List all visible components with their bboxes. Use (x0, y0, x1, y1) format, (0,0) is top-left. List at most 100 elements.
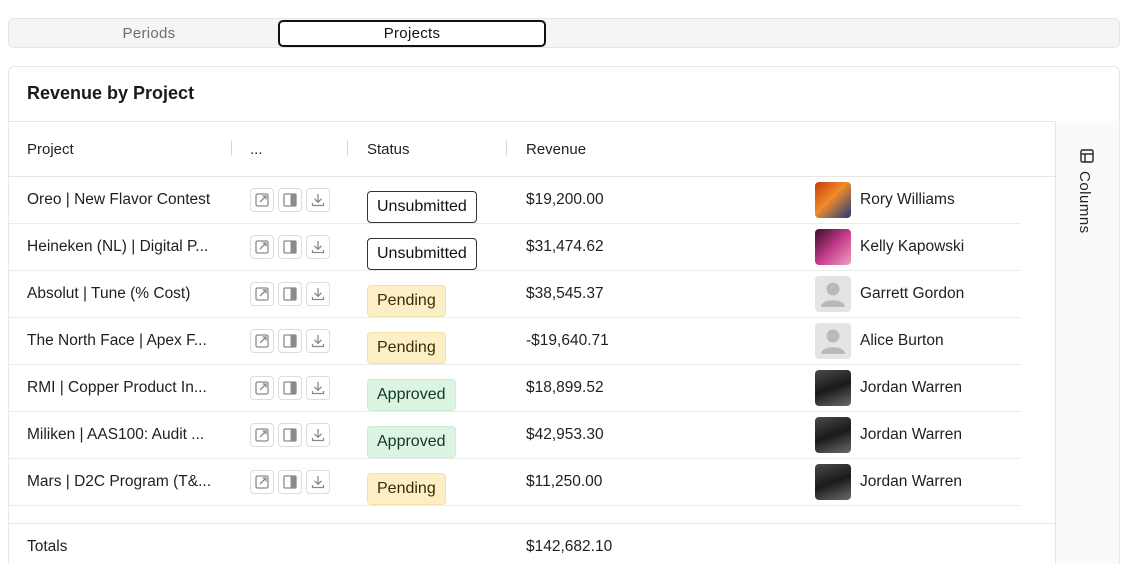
revenue-value: $19,200.00 (526, 191, 604, 208)
download-button[interactable] (306, 423, 330, 447)
default-avatar-icon (821, 282, 845, 307)
revenue-value: $11,250.00 (526, 473, 603, 490)
avatar (815, 229, 851, 265)
open-external-button[interactable] (250, 376, 274, 400)
side-panel-icon (283, 475, 297, 489)
download-icon (311, 382, 325, 395)
row-actions (250, 188, 330, 212)
open-external-icon (255, 381, 269, 395)
divider (9, 523, 1055, 524)
project-name[interactable]: Oreo | New Flavor Contest (27, 177, 210, 223)
download-icon (311, 194, 325, 207)
side-panel-button[interactable] (278, 470, 302, 494)
download-icon (311, 241, 325, 254)
table-row[interactable]: The North Face | Apex F... Pending -$19,64… (9, 318, 1021, 365)
project-name[interactable]: The North Face | Apex F... (27, 318, 207, 364)
side-panel-button[interactable] (278, 329, 302, 353)
status-badge[interactable]: Pending (367, 285, 446, 317)
open-external-icon (255, 240, 269, 254)
project-name[interactable]: Mars | D2C Program (T&... (27, 459, 211, 505)
table-header: Project ... Status Revenue (9, 121, 1055, 177)
row-actions (250, 235, 330, 259)
status-badge[interactable]: Unsubmitted (367, 191, 477, 223)
download-button[interactable] (306, 329, 330, 353)
status-badge[interactable]: Pending (367, 473, 446, 505)
open-external-button[interactable] (250, 423, 274, 447)
tab-projects[interactable]: Projects (278, 20, 546, 47)
status-badge[interactable]: Pending (367, 332, 446, 364)
status-badge[interactable]: Approved (367, 379, 456, 411)
project-name[interactable]: RMI | Copper Product In... (27, 365, 207, 411)
project-name[interactable]: Heineken (NL) | Digital P... (27, 224, 208, 270)
side-panel-button[interactable] (278, 282, 302, 306)
status-cell: Approved (367, 372, 456, 411)
owner-name: Kelly Kapowski (860, 238, 965, 255)
download-button[interactable] (306, 470, 330, 494)
row-actions (250, 376, 330, 400)
column-resizer[interactable] (506, 140, 507, 156)
status-badge[interactable]: Unsubmitted (367, 238, 477, 270)
side-panel-icon (283, 334, 297, 348)
download-button[interactable] (306, 235, 330, 259)
columns-toggle-button[interactable]: Columns (1076, 147, 1102, 247)
download-icon (311, 476, 325, 489)
open-external-button[interactable] (250, 235, 274, 259)
download-icon (311, 288, 325, 301)
side-panel-button[interactable] (278, 423, 302, 447)
row-actions (250, 282, 330, 306)
side-panel-button[interactable] (278, 376, 302, 400)
header-project[interactable]: Project (27, 141, 74, 158)
table-columns-icon (1080, 149, 1094, 163)
download-button[interactable] (306, 188, 330, 212)
owner-name: Jordan Warren (860, 426, 962, 443)
download-icon (311, 429, 325, 442)
status-cell: Unsubmitted (367, 184, 477, 223)
row-actions (250, 470, 330, 494)
project-name[interactable]: Miliken | AAS100: Audit ... (27, 412, 204, 458)
revenue-value: $38,545.37 (526, 285, 604, 302)
table-row[interactable]: Miliken | AAS100: Audit ... Approved $42,9… (9, 412, 1021, 459)
revenue-value: $42,953.30 (526, 426, 604, 443)
header-status[interactable]: Status (367, 141, 410, 158)
header-revenue[interactable]: Revenue (526, 141, 586, 158)
download-button[interactable] (306, 282, 330, 306)
revenue-value: $31,474.62 (526, 238, 604, 255)
totals-label: Totals (27, 538, 68, 555)
side-panel-button[interactable] (278, 188, 302, 212)
column-resizer[interactable] (347, 140, 348, 156)
owner-name: Rory Williams (860, 191, 955, 208)
project-name[interactable]: Absolut | Tune (% Cost) (27, 271, 190, 317)
status-cell: Pending (367, 466, 446, 505)
open-external-icon (255, 193, 269, 207)
avatar (815, 323, 851, 359)
avatar (815, 464, 851, 500)
table-row[interactable]: Heineken (NL) | Digital P... Unsubmitted $… (9, 224, 1021, 271)
tab-periods[interactable]: Periods (17, 20, 281, 47)
card-title: Revenue by Project (27, 83, 195, 103)
status-cell: Approved (367, 419, 456, 458)
default-avatar-icon (821, 329, 845, 354)
row-actions (250, 329, 330, 353)
open-external-button[interactable] (250, 470, 274, 494)
table-row[interactable]: Mars | D2C Program (T&... Pending $11,250.… (9, 459, 1021, 506)
avatar (815, 370, 851, 406)
status-badge[interactable]: Approved (367, 426, 456, 458)
owner-name: Garrett Gordon (860, 285, 965, 302)
side-panel-icon (283, 287, 297, 301)
revenue-value: -$19,640.71 (526, 332, 609, 349)
open-external-button[interactable] (250, 329, 274, 353)
table-row[interactable]: Oreo | New Flavor Contest Unsubmitted $19,… (9, 177, 1021, 224)
table-row[interactable]: RMI | Copper Product In... Approved $18,89… (9, 365, 1021, 412)
avatar (815, 417, 851, 453)
open-external-button[interactable] (250, 188, 274, 212)
side-panel-icon (283, 381, 297, 395)
download-button[interactable] (306, 376, 330, 400)
owner-name: Alice Burton (860, 332, 944, 349)
table-row[interactable]: Absolut | Tune (% Cost) Pending $38,545.37… (9, 271, 1021, 318)
header-actions[interactable]: ... (250, 141, 263, 158)
view-tabs: Periods Projects (8, 18, 1120, 48)
column-resizer[interactable] (231, 140, 232, 156)
open-external-icon (255, 334, 269, 348)
side-panel-button[interactable] (278, 235, 302, 259)
open-external-button[interactable] (250, 282, 274, 306)
